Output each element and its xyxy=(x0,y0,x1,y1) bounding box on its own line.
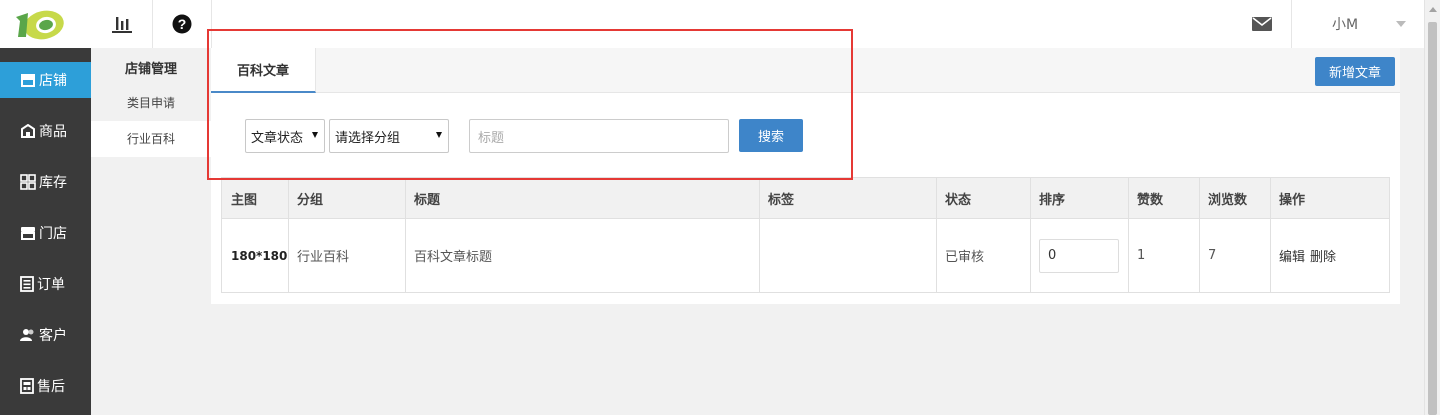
sidebar-item-label: 商品 xyxy=(39,123,67,140)
svg-text:?: ? xyxy=(178,16,187,32)
subnav-item-category-apply[interactable]: 类目申请 xyxy=(91,85,211,121)
after-sale-icon xyxy=(20,377,34,394)
sidebar-item-label: 店铺 xyxy=(39,73,67,89)
articles-table: 主图 分组 标题 标签 状态 排序 赞数 浏览数 操作 180*180 行业百科… xyxy=(221,177,1390,293)
sort-order-input[interactable]: 0 xyxy=(1039,238,1119,273)
sub-navigation: 店铺管理 类目申请 行业百科 xyxy=(91,48,211,415)
scrollbar-thumb[interactable] xyxy=(1428,22,1437,415)
mail-icon[interactable] xyxy=(1232,0,1292,48)
cell-views: 7 xyxy=(1208,248,1217,263)
scroll-up-arrow-icon[interactable] xyxy=(1429,7,1437,12)
customer-icon xyxy=(20,328,34,341)
subnav-title: 店铺管理 xyxy=(124,62,177,77)
sidebar: 店铺 商品 库存 门店 订单 客户 售后 xyxy=(0,48,91,415)
delete-link[interactable]: 删除 xyxy=(1310,246,1336,265)
store-icon xyxy=(21,74,35,87)
sidebar-item-label: 售后 xyxy=(37,378,65,395)
highlight-box xyxy=(207,29,853,180)
col-header-status: 状态 xyxy=(945,193,972,208)
sidebar-item-label: 库存 xyxy=(39,174,67,191)
goods-icon xyxy=(21,123,35,138)
sidebar-item-inventory[interactable]: 库存 xyxy=(0,156,91,207)
cell-title: 百科文章标题 xyxy=(414,250,493,265)
user-menu[interactable]: 小M xyxy=(1292,0,1424,48)
cell-sort: 0 xyxy=(1030,219,1128,292)
cell-image: 180*180 xyxy=(231,248,288,263)
cell-group: 行业百科 xyxy=(297,250,350,265)
cell-status: 已审核 xyxy=(945,250,985,265)
col-header-group: 分组 xyxy=(297,193,324,208)
col-header-tags: 标签 xyxy=(768,193,795,208)
cell-likes: 1 xyxy=(1137,248,1146,263)
user-name: 小M xyxy=(1332,17,1359,33)
subnav-item-industry-wiki[interactable]: 行业百科 xyxy=(91,121,211,157)
sidebar-item-label: 门店 xyxy=(39,225,67,242)
add-article-button[interactable]: 新增文章 xyxy=(1315,57,1395,86)
sidebar-item-orders[interactable]: 订单 xyxy=(0,258,91,309)
brand-logo[interactable] xyxy=(8,3,68,43)
vertical-scrollbar[interactable] xyxy=(1424,0,1440,415)
col-header-likes: 赞数 xyxy=(1137,193,1164,208)
sidebar-item-customers[interactable]: 客户 xyxy=(0,309,91,360)
sidebar-item-stores[interactable]: 门店 xyxy=(0,207,91,258)
order-icon xyxy=(20,275,34,292)
shop-icon xyxy=(21,226,35,240)
cell-tags xyxy=(759,219,936,292)
cell-actions: 编辑 删除 xyxy=(1270,219,1389,292)
chevron-down-icon xyxy=(1396,21,1406,27)
col-header-image: 主图 xyxy=(231,193,258,208)
edit-link[interactable]: 编辑 xyxy=(1279,246,1305,265)
grid-icon xyxy=(20,173,36,190)
col-header-actions: 操作 xyxy=(1279,193,1306,208)
sidebar-item-label: 客户 xyxy=(39,327,67,344)
sidebar-item-goods[interactable]: 商品 xyxy=(0,105,91,156)
sidebar-item-label: 订单 xyxy=(37,276,65,293)
col-header-sort: 排序 xyxy=(1039,193,1066,208)
help-icon[interactable]: ? xyxy=(153,0,211,48)
sidebar-item-store[interactable]: 店铺 xyxy=(0,62,91,98)
col-header-title: 标题 xyxy=(414,193,441,208)
col-header-views: 浏览数 xyxy=(1208,193,1248,208)
sidebar-item-after-sale[interactable]: 售后 xyxy=(0,360,91,411)
bar-chart-icon[interactable] xyxy=(92,0,152,48)
